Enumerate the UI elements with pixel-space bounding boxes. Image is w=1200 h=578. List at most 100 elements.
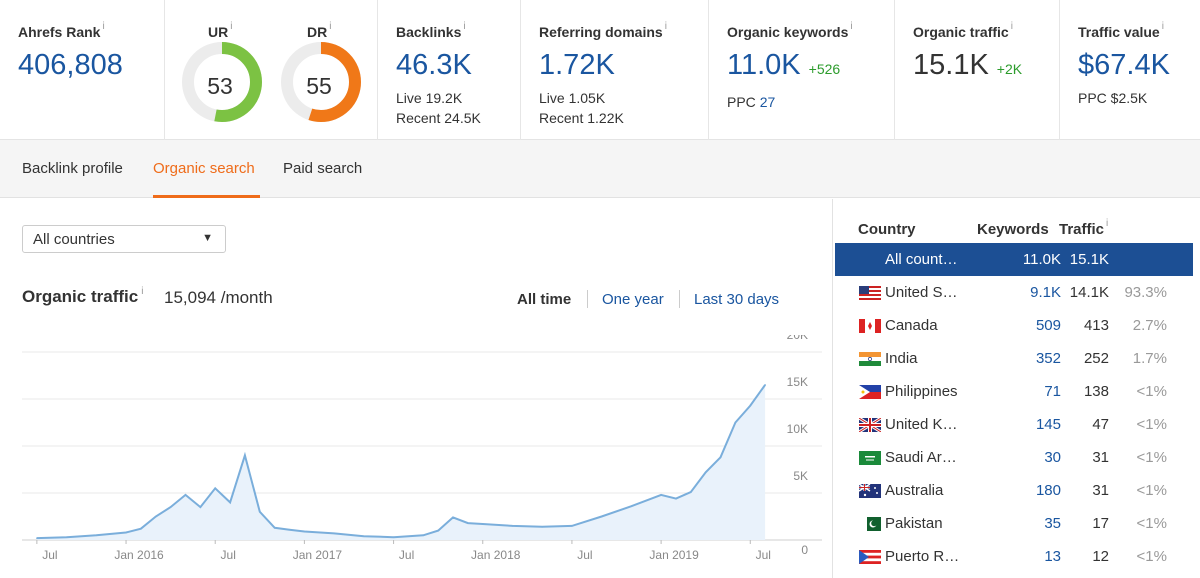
- data-point: [169, 506, 172, 508]
- info-icon[interactable]: i: [1162, 22, 1164, 32]
- traffic-count: 138: [1083, 383, 1109, 400]
- table-row[interactable]: India 352 252 1.7%: [835, 342, 1193, 375]
- table-row[interactable]: United K… 145 47 <1%: [835, 408, 1193, 441]
- tab-backlink-profile[interactable]: Backlink profile: [22, 160, 123, 177]
- country-name[interactable]: United K…: [885, 416, 958, 433]
- y-tick-label: 0: [801, 543, 808, 557]
- x-tick-label: Jul: [399, 548, 414, 562]
- tab-paid-search[interactable]: Paid search: [283, 160, 362, 177]
- organic-keywords-delta: +526: [808, 61, 841, 77]
- data-point: [511, 525, 514, 527]
- tab-organic-search[interactable]: Organic search: [153, 160, 255, 177]
- range-all-time[interactable]: All time: [517, 291, 571, 308]
- traffic-count: 413: [1083, 317, 1109, 334]
- table-row[interactable]: Philippines 71 138 <1%: [835, 375, 1193, 408]
- info-icon[interactable]: i: [463, 22, 465, 32]
- info-icon[interactable]: i: [102, 22, 104, 32]
- info-icon[interactable]: i: [850, 22, 852, 32]
- table-row[interactable]: Canada 509 413 2.7%: [835, 309, 1193, 342]
- data-point: [199, 506, 202, 508]
- traffic-share: <1%: [1133, 383, 1167, 400]
- y-tick-label: 20K: [787, 335, 808, 342]
- keywords-count[interactable]: 13: [1044, 548, 1061, 565]
- info-icon[interactable]: i: [230, 22, 232, 40]
- traffic-count: 14.1K: [1069, 284, 1109, 301]
- data-point: [675, 497, 677, 500]
- keywords-count[interactable]: 9.1K: [1030, 284, 1061, 301]
- country-name[interactable]: Canada: [885, 317, 938, 334]
- data-point: [288, 528, 291, 531]
- backlinks-value[interactable]: 46.3K: [396, 50, 520, 80]
- traffic-count: 31: [1092, 449, 1109, 466]
- col-header-keywords[interactable]: Keywords: [977, 221, 1049, 238]
- keywords-count[interactable]: 509: [1036, 317, 1061, 334]
- table-row[interactable]: Pakistan 35 17 <1%: [835, 507, 1193, 540]
- info-icon[interactable]: i: [1106, 219, 1108, 238]
- dr-value: 55: [306, 73, 332, 99]
- country-name[interactable]: Australia: [885, 482, 943, 499]
- keywords-count[interactable]: 11.0K: [1023, 251, 1061, 268]
- keywords-count[interactable]: 352: [1036, 350, 1061, 367]
- country-name[interactable]: United S…: [885, 284, 958, 301]
- data-point: [437, 529, 439, 532]
- country-name[interactable]: Saudi Ar…: [885, 449, 957, 466]
- traffic-area: [36, 384, 766, 540]
- keywords-count[interactable]: 145: [1036, 416, 1061, 433]
- table-row-selected[interactable]: All count… 11.0K 15.1K: [835, 243, 1193, 276]
- info-icon[interactable]: i: [329, 22, 331, 40]
- col-header-traffic[interactable]: Traffic: [1059, 221, 1104, 238]
- keywords-count[interactable]: 71: [1044, 383, 1061, 400]
- traffic-count: 12: [1092, 548, 1109, 565]
- keywords-count[interactable]: 30: [1044, 449, 1061, 466]
- traffic-count: 31: [1092, 482, 1109, 499]
- country-name[interactable]: Philippines: [885, 383, 958, 400]
- info-icon[interactable]: i: [141, 287, 143, 307]
- traffic-share: <1%: [1133, 449, 1167, 466]
- organic-traffic-value: 15.1K: [913, 49, 989, 81]
- table-row[interactable]: Saudi Ar… 30 31 <1%: [835, 441, 1193, 474]
- organic-traffic-heading: Organic traffic i: [22, 287, 143, 307]
- country-name[interactable]: India: [885, 350, 918, 367]
- table-row[interactable]: Puerto R… 13 12 <1%: [835, 540, 1193, 573]
- active-tab-indicator: [153, 195, 260, 198]
- organic-traffic-title: Organic traffic: [22, 287, 139, 306]
- ppc-value[interactable]: 27: [760, 94, 776, 110]
- country-name[interactable]: All count…: [885, 251, 958, 268]
- data-point: [65, 536, 68, 538]
- x-tick-label: Jul: [577, 548, 592, 562]
- data-point: [154, 515, 157, 518]
- country-select[interactable]: All countries ▼: [22, 225, 226, 253]
- data-point: [259, 511, 261, 513]
- rating-gauges-card: UR i 53 DR i 55: [165, 0, 378, 140]
- organic-keywords-value[interactable]: 11.0K: [727, 50, 801, 80]
- x-tick-label: Jul: [42, 548, 57, 562]
- ur-label: UR: [208, 24, 229, 40]
- info-icon[interactable]: i: [665, 22, 667, 32]
- organic-keywords-label: Organic keywords: [727, 24, 849, 40]
- data-point: [214, 487, 217, 490]
- range-last-30-days[interactable]: Last 30 days: [694, 291, 779, 308]
- data-point: [244, 454, 246, 457]
- traffic-count: 15.1K: [1069, 251, 1109, 268]
- col-header-country[interactable]: Country: [858, 221, 916, 238]
- traffic-share: <1%: [1133, 515, 1167, 532]
- ahrefs-rank-card: Ahrefs Rank i 406,808: [0, 0, 165, 140]
- referring-domains-value[interactable]: 1.72K: [539, 50, 708, 80]
- keywords-count[interactable]: 35: [1044, 515, 1061, 532]
- organic-traffic-chart[interactable]: 20K 15K 10K 5K 0 Jul Jan 2016 Jul Jan 2017 Jul Ja…: [12, 335, 822, 575]
- country-name[interactable]: Pakistan: [885, 515, 943, 532]
- table-row[interactable]: United S… 9.1K 14.1K 93.3%: [835, 276, 1193, 309]
- organic-traffic-monthly: 15,094 /month: [164, 288, 273, 307]
- data-point: [749, 404, 752, 407]
- organic-keywords-card: Organic keywords i 11.0K +526 PPC 27: [709, 0, 895, 140]
- data-point: [704, 471, 707, 474]
- country-name[interactable]: Puerto R…: [885, 548, 959, 565]
- sa-flag-icon: [859, 451, 881, 465]
- data-point: [764, 384, 766, 386]
- table-row[interactable]: Australia 180 31 <1%: [835, 474, 1193, 507]
- range-one-year[interactable]: One year: [602, 291, 664, 308]
- keywords-count[interactable]: 180: [1036, 482, 1061, 499]
- referring-domains-recent: Recent 1.22K: [539, 110, 624, 126]
- data-point: [541, 526, 543, 528]
- info-icon[interactable]: i: [1011, 22, 1013, 32]
